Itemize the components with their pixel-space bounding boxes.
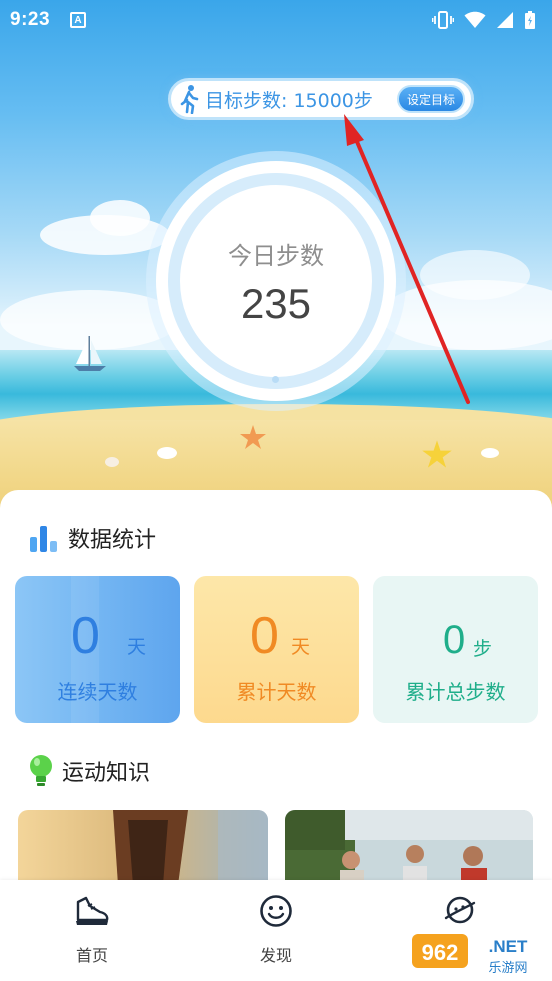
article-photo bbox=[18, 810, 268, 885]
stat-card-total-days[interactable]: 0 天 累计天数 bbox=[194, 576, 359, 723]
stats-section-title: 数据统计 bbox=[68, 528, 157, 553]
stat-unit: 天 bbox=[291, 636, 311, 658]
stat-label: 连续天数 bbox=[57, 680, 138, 704]
article-photo bbox=[285, 810, 533, 885]
knowledge-section-header: 运动知识 bbox=[28, 754, 150, 788]
stats-section-header: 数据统计 bbox=[28, 522, 156, 554]
stat-label: 累计总步数 bbox=[405, 680, 506, 704]
bar-chart-icon bbox=[30, 526, 57, 552]
nav-item-home[interactable]: 首页 bbox=[42, 894, 142, 966]
nav-label-discover: 发现 bbox=[259, 946, 292, 965]
site-watermark: 962 .NET 乐游网 bbox=[410, 928, 550, 976]
svg-text:.NET: .NET bbox=[489, 937, 528, 956]
knowledge-article-card[interactable] bbox=[285, 810, 533, 885]
nav-item-discover[interactable]: 发现 bbox=[226, 894, 326, 966]
sneaker-icon bbox=[76, 896, 109, 925]
knowledge-article-card[interactable] bbox=[18, 810, 268, 885]
stat-unit: 步 bbox=[473, 638, 493, 660]
stat-value: 0 bbox=[250, 607, 279, 665]
svg-text:乐游网: 乐游网 bbox=[488, 961, 527, 976]
nav-label-home: 首页 bbox=[75, 946, 108, 965]
svg-text:962: 962 bbox=[422, 940, 459, 965]
stat-unit: 天 bbox=[127, 636, 147, 658]
stat-label: 累计天数 bbox=[236, 680, 317, 704]
lightbulb-icon bbox=[30, 755, 52, 786]
knowledge-section-title: 运动知识 bbox=[62, 761, 151, 786]
smiley-icon bbox=[260, 895, 292, 927]
watermark-logo: 962 .NET 乐游网 bbox=[412, 934, 528, 976]
stat-value: 0 bbox=[443, 618, 466, 662]
stat-card-total-steps[interactable]: 0 步 累计总步数 bbox=[373, 576, 538, 723]
annotation-arrow bbox=[344, 114, 470, 404]
stat-card-consecutive-days[interactable]: 0 天 连续天数 bbox=[15, 576, 180, 723]
planet-icon bbox=[444, 896, 476, 924]
stat-value: 0 bbox=[71, 607, 100, 665]
